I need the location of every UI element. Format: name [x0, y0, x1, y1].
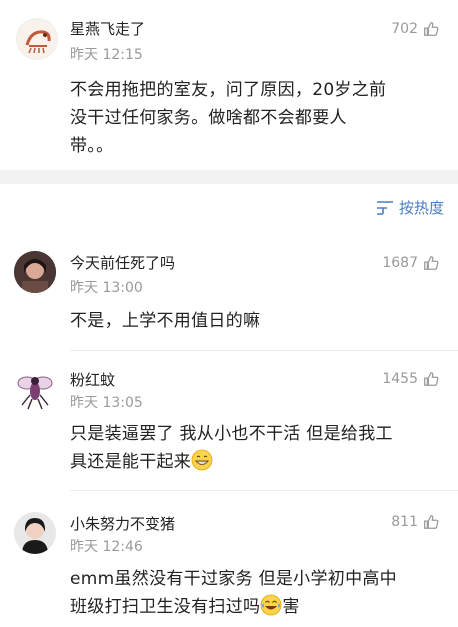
post-time: 昨天 12:15	[70, 47, 143, 63]
comment-username[interactable]: 小朱努力不变猪	[70, 513, 175, 534]
avatar[interactable]	[14, 251, 56, 293]
section-separator	[0, 170, 458, 184]
comment-text-segment: 害	[282, 597, 300, 617]
comment-username[interactable]: 粉红蚊	[70, 369, 115, 390]
tears-of-joy-emoji-icon	[260, 594, 282, 616]
avatar[interactable]	[14, 369, 56, 411]
like-button[interactable]: 1455	[382, 370, 440, 388]
post-body: 不会用拖把的室友，问了原因，20岁之前 没干过任何家务。做啥都不会都要人 带。。	[70, 76, 440, 160]
grinning-emoji-icon	[191, 449, 213, 471]
original-post: 星燕飞走了 昨天 12:15 702 不会用拖把的室友，问了原因，20岁之前 没…	[0, 0, 458, 170]
comment-text-line: 只是装逼罢了 我从小也不干活 但是给我工	[70, 424, 393, 444]
thumbs-up-icon	[424, 22, 439, 36]
like-count: 702	[391, 21, 418, 37]
shrimp-avatar-icon	[17, 19, 57, 59]
post-text-line: 没干过任何家务。做啥都不会都要人	[70, 108, 347, 128]
photo-avatar-icon	[14, 251, 56, 293]
avatar[interactable]	[14, 512, 56, 554]
comment-divider	[70, 350, 458, 351]
comment-text-line: 班级打扫卫生没有扫过吗 害	[70, 593, 440, 621]
comment-time: 昨天 13:00	[70, 280, 143, 296]
comment-time: 昨天 12:46	[70, 539, 143, 555]
mosquito-avatar-icon	[14, 369, 56, 411]
comment-username[interactable]: 今天前任死了吗	[70, 252, 175, 273]
comment-time: 昨天 13:05	[70, 395, 143, 411]
like-count: 811	[391, 514, 418, 530]
like-count: 1687	[382, 255, 418, 271]
comment-divider	[70, 490, 458, 491]
thumbs-up-icon	[424, 372, 439, 386]
comment-text-line: emm虽然没有干过家务 但是小学初中高中	[70, 569, 397, 589]
comment-text-segment: 具还是能干起来	[70, 452, 192, 472]
comment-text: emm虽然没有干过家务 但是小学初中高中 班级打扫卫生没有扫过吗 害	[70, 565, 440, 621]
post-username[interactable]: 星燕飞走了	[70, 18, 145, 39]
post-text-line: 带。。	[70, 136, 114, 156]
sort-by-hotness-button[interactable]: 按热度	[376, 197, 444, 218]
like-button[interactable]: 702	[391, 20, 440, 38]
comment-text-segment: 班级打扫卫生没有扫过吗	[70, 597, 261, 617]
like-button[interactable]: 1687	[382, 254, 440, 272]
like-button[interactable]: 811	[391, 513, 440, 531]
thumbs-up-icon	[424, 515, 439, 529]
comment-text: 只是装逼罢了 我从小也不干活 但是给我工 具还是能干起来	[70, 420, 440, 476]
like-count: 1455	[382, 371, 418, 387]
photo-avatar-icon	[14, 512, 56, 554]
post-text-line: 不会用拖把的室友，问了原因，20岁之前	[70, 80, 387, 100]
thumbs-up-icon	[424, 256, 439, 270]
comment-text: 不是，上学不用值日的嘛	[70, 311, 261, 331]
comment-text-line: 具还是能干起来	[70, 448, 440, 476]
sort-lines-icon	[376, 200, 393, 215]
sort-label: 按热度	[398, 199, 444, 217]
avatar[interactable]	[16, 18, 58, 60]
